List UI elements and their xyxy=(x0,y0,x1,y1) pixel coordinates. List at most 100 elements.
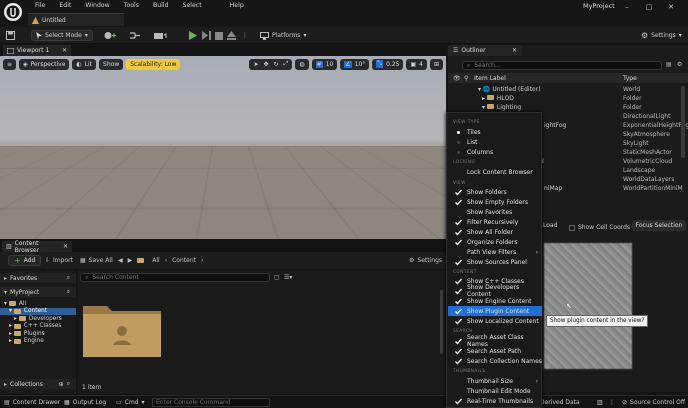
menu-item-show-sources-panel[interactable]: Show Sources Panel xyxy=(448,257,542,267)
more-options-icon[interactable]: ⋮ xyxy=(242,30,248,41)
world-partition-minimap[interactable] xyxy=(544,243,632,369)
show-button[interactable]: Show xyxy=(99,58,124,70)
outliner-tab[interactable]: ☰ Outliner ✕ xyxy=(448,45,522,56)
outliner-search-input[interactable]: ⌕ Search... xyxy=(462,61,662,70)
menu-item-thumbnail-edit-mode[interactable]: Thumbnail Edit Mode xyxy=(448,386,542,396)
menu-item-path-view-filters[interactable]: Path View Filters › xyxy=(448,247,542,257)
viewport-tab[interactable]: Viewport 1 ✕ xyxy=(3,45,71,56)
move-icon[interactable]: ✥ xyxy=(263,61,268,68)
eject-icon[interactable] xyxy=(227,30,236,41)
load-button[interactable]: Load xyxy=(543,222,557,229)
minimize-icon[interactable]: – xyxy=(622,3,632,11)
lit-button[interactable]: ◐ Lit xyxy=(72,58,97,70)
content-drawer-button[interactable]: ▤ Content Drawer xyxy=(4,397,60,408)
menu-item-search-asset-path[interactable]: Search Asset Path xyxy=(448,346,542,356)
transform-tools[interactable]: ➤ ✥ ↻ ⤢ xyxy=(249,58,293,70)
output-log-button[interactable]: ▦ Output Log xyxy=(64,397,106,408)
menu-item-show-folders[interactable]: Show Folders xyxy=(448,187,542,197)
forward-icon[interactable]: ▶ xyxy=(128,257,133,264)
cb-settings-button[interactable]: ⚙ Settings xyxy=(409,257,442,264)
scale-snap-button[interactable]: ⤡ 0.25 xyxy=(372,58,404,70)
platforms-button[interactable]: Platforms ▾ xyxy=(260,30,306,41)
layout-icon[interactable]: ⊞ xyxy=(429,58,443,70)
angle-snap-button[interactable]: ∠ 10° xyxy=(340,58,370,70)
stop-icon[interactable] xyxy=(215,30,223,41)
menu-item-filter-recursively[interactable]: Filter Recursively xyxy=(448,217,542,227)
add-collection-icon[interactable]: ⊕ xyxy=(59,381,64,388)
world-space-icon[interactable]: ◍ xyxy=(295,58,309,70)
menu-item-show-localized-content[interactable]: Show Localized Content xyxy=(448,316,542,326)
console-input[interactable]: Enter Console Command xyxy=(152,398,270,407)
more-icon[interactable]: ⋮ xyxy=(609,397,615,408)
import-button[interactable]: ⇩ Import xyxy=(45,257,73,264)
settings-button[interactable]: ⚙ Settings ▾ xyxy=(641,30,682,41)
tree-item-plugins[interactable]: ▸ Plugins xyxy=(0,330,76,338)
menu-item-show-favorites[interactable]: Show Favorites xyxy=(448,207,542,217)
document-tab[interactable]: Untitled xyxy=(28,13,124,26)
menu-item-lock-content-browser[interactable]: Lock Content Browser xyxy=(448,167,542,177)
menu-item-organize-folders[interactable]: Organize Folders xyxy=(448,237,542,247)
scalability-badge[interactable]: Scalability: Low xyxy=(126,58,181,70)
menu-item-search-collection-names[interactable]: Search Collection Names xyxy=(448,356,542,366)
save-icon[interactable] xyxy=(6,30,15,41)
menu-edit[interactable]: Edit xyxy=(52,0,78,12)
cinematics-icon[interactable] xyxy=(153,30,167,41)
unreal-logo-icon[interactable] xyxy=(4,3,22,21)
menu-item-show-empty-folders[interactable]: Show Empty Folders xyxy=(448,197,542,207)
select-mode-button[interactable]: Select Mode ▾ xyxy=(31,30,93,41)
blueprint-icon[interactable] xyxy=(129,30,143,41)
asset-scrollbar[interactable] xyxy=(440,290,443,354)
breadcrumb-content[interactable]: Content xyxy=(172,257,196,264)
close-icon[interactable]: ✕ xyxy=(63,243,68,250)
collections-header[interactable]: ▸ Collections ⊕ ⌕ xyxy=(0,379,76,389)
menu-item-show-engine-content[interactable]: Show Engine Content xyxy=(448,296,542,306)
menu-item-show-all-folder[interactable]: Show All Folder xyxy=(448,227,542,237)
maximize-icon[interactable]: ▢ xyxy=(644,3,654,11)
search-icon[interactable]: ⌕ xyxy=(67,288,70,296)
tree-item-content[interactable]: ▾ Content xyxy=(0,307,76,315)
grid-snap-button[interactable]: #10 xyxy=(311,58,338,70)
back-icon[interactable]: ◀ xyxy=(118,257,123,264)
menu-select[interactable]: Select xyxy=(176,0,209,12)
menu-window[interactable]: Window xyxy=(78,0,116,12)
content-browser-tab[interactable]: ▥ Content Browser ✕ xyxy=(2,240,72,254)
revision-icon[interactable]: ▥ xyxy=(597,397,603,408)
menu-item-thumbnail-size[interactable]: Thumbnail Size › xyxy=(448,376,542,386)
pin-icon[interactable]: ⚲ xyxy=(464,75,468,82)
menu-file[interactable]: File xyxy=(28,0,52,12)
outliner-settings-icon[interactable]: ⚙ xyxy=(677,61,682,68)
scale-icon[interactable]: ⤢ xyxy=(284,60,289,68)
source-control-button[interactable]: ⊘ Source Control Off xyxy=(622,397,685,408)
filter-icon[interactable]: ☰▾ xyxy=(284,274,292,281)
select-cursor-icon[interactable]: ➤ xyxy=(253,61,258,68)
tree-item-cpp-classes[interactable]: ▸ C++ Classes xyxy=(0,323,76,331)
menu-item-show-plugin-content[interactable]: Show Plugin Content xyxy=(448,306,542,316)
save-search-icon[interactable]: ▢ xyxy=(274,274,280,281)
col-item-label[interactable]: Item Label xyxy=(474,75,506,82)
tree-item-all[interactable]: ▾ All xyxy=(0,300,76,308)
project-header[interactable]: ▾ MyProject ⌕ xyxy=(0,287,76,297)
search-icon[interactable]: ⌕ xyxy=(67,380,70,388)
menu-help[interactable]: Help xyxy=(223,0,251,12)
outliner-scrollbar[interactable] xyxy=(681,86,685,158)
save-all-button[interactable]: ▦ Save All xyxy=(80,257,113,264)
focus-selection-button[interactable]: Focus Selection xyxy=(632,220,686,231)
visibility-icon[interactable]: 👁 xyxy=(453,75,461,82)
perspective-button[interactable]: ◈ Perspective xyxy=(19,58,70,70)
close-icon[interactable]: ✕ xyxy=(512,47,517,54)
hamburger-icon[interactable]: ≡ xyxy=(3,58,17,70)
tree-item-engine[interactable]: ▸ Engine xyxy=(0,338,76,346)
search-icon[interactable]: ⌕ xyxy=(67,274,70,282)
level-viewport[interactable] xyxy=(0,56,446,239)
col-type[interactable]: Type xyxy=(623,75,637,82)
rotate-icon[interactable]: ↻ xyxy=(274,61,279,68)
close-window-icon[interactable]: ✕ xyxy=(666,3,676,11)
close-icon[interactable]: ✕ xyxy=(62,47,67,54)
show-cell-coords-toggle[interactable]: Show Cell Coords xyxy=(569,224,630,231)
menu-item-show-developers-content[interactable]: Show Developers Content xyxy=(448,284,542,298)
camera-speed-button[interactable]: ▣ 4 xyxy=(406,58,427,70)
tree-item-developers[interactable]: ▸ Developers xyxy=(0,315,76,323)
content-search-input[interactable]: ⌕ Search Content xyxy=(80,273,270,282)
skip-icon[interactable] xyxy=(202,30,211,41)
developers-folder-tile[interactable] xyxy=(82,300,162,358)
